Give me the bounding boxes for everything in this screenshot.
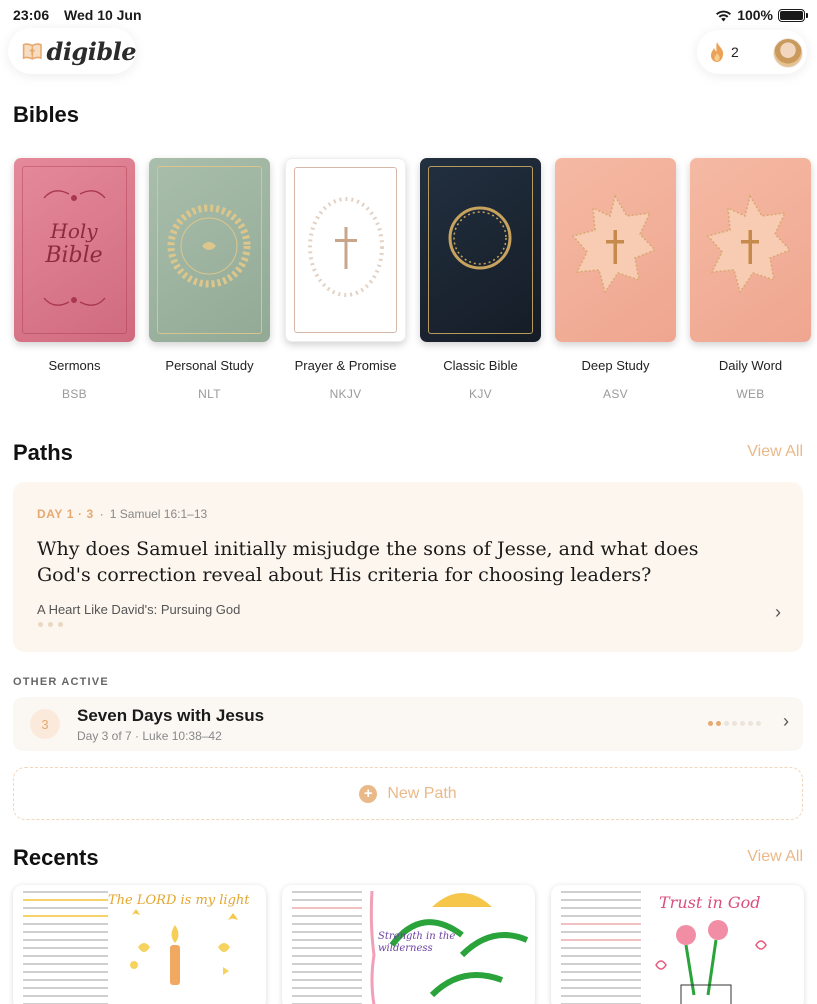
- bible-card-classic-bible[interactable]: Classic Bible KJV: [420, 158, 541, 401]
- battery-icon: [778, 8, 808, 22]
- battery-percent: 100%: [737, 7, 773, 23]
- new-path-label: New Path: [387, 784, 457, 802]
- recent-note-card[interactable]: Trust in God: [551, 885, 804, 1004]
- bible-cover: [690, 158, 811, 342]
- bible-translation: NKJV: [329, 387, 362, 401]
- svg-text:Holy: Holy: [49, 219, 98, 243]
- profile-pill[interactable]: 2: [697, 30, 807, 74]
- bible-translation: NLT: [198, 387, 221, 401]
- progress-dot: [708, 721, 713, 726]
- app-logo[interactable]: digible: [8, 28, 137, 74]
- scripture-text-lines: [292, 891, 362, 1004]
- bible-cover: Holy Bible: [14, 158, 135, 342]
- bible-translation: KJV: [469, 387, 492, 401]
- status-bar: 23:06 Wed 10 Jun 100%: [0, 0, 817, 30]
- bible-card-prayer-promise[interactable]: Prayer & Promise NKJV: [285, 158, 406, 401]
- bible-card-deep-study[interactable]: Deep Study ASV: [555, 158, 676, 401]
- svg-text:Bible: Bible: [44, 243, 102, 268]
- bible-card-sermons[interactable]: Holy Bible Sermons BSB: [14, 158, 135, 401]
- bible-cover: [555, 158, 676, 342]
- bible-name: Classic Bible: [443, 358, 518, 373]
- new-path-button[interactable]: + New Path: [13, 767, 803, 820]
- bible-cover: [149, 158, 270, 342]
- bible-book-icon: [22, 43, 42, 60]
- other-path-subtitle: Day 3 of 7 · Luke 10:38–42: [77, 729, 222, 743]
- bible-translation: ASV: [603, 387, 628, 401]
- recent-note-card[interactable]: The LORD is my light: [13, 885, 266, 1004]
- other-active-label: OTHER ACTIVE: [13, 676, 109, 688]
- logo-text: digible: [46, 36, 137, 66]
- chevron-right-icon[interactable]: ›: [783, 711, 789, 732]
- meta-separator: ·: [99, 507, 104, 521]
- bibles-heading: Bibles: [13, 102, 80, 127]
- path-reference: 1 Samuel 16:1–13: [109, 507, 208, 521]
- path-number-badge: 3: [30, 709, 60, 739]
- bible-cover: [285, 158, 406, 342]
- avatar[interactable]: [773, 38, 803, 68]
- bible-card-daily-word[interactable]: Daily Word WEB: [690, 158, 811, 401]
- path-progress-dots: [708, 721, 761, 726]
- plus-icon: +: [359, 784, 378, 803]
- cross-icon: [706, 194, 792, 294]
- status-date: Wed 10 Jun: [64, 7, 142, 23]
- wifi-icon: [716, 10, 732, 21]
- paths-view-all-link[interactable]: View All: [747, 443, 803, 461]
- recents-view-all-link[interactable]: View All: [747, 848, 803, 866]
- wreath-icon: [167, 204, 251, 288]
- progress-dot: [740, 721, 745, 726]
- progress-dot: [756, 721, 761, 726]
- bible-name: Sermons: [48, 358, 101, 373]
- bible-name: Deep Study: [581, 358, 650, 373]
- other-path-row[interactable]: 3 Seven Days with Jesus Day 3 of 7 · Luk…: [13, 697, 803, 751]
- bible-translation: BSB: [62, 387, 87, 401]
- paths-heading: Paths: [13, 440, 73, 465]
- featured-path-card[interactable]: DAY 1 · 3 · 1 Samuel 16:1–13 Why does Sa…: [13, 482, 803, 652]
- cross-icon: [571, 194, 657, 294]
- cross-icon: [308, 197, 384, 297]
- recents-heading: Recents: [13, 845, 99, 870]
- bible-name: Prayer & Promise: [294, 358, 397, 373]
- bible-cover: [420, 158, 541, 342]
- status-right: 100%: [715, 7, 808, 23]
- scripture-text-lines: [561, 891, 641, 1004]
- scripture-text-lines: [23, 891, 108, 1004]
- recent-note-card[interactable]: Strength in the wilderness: [282, 885, 535, 1004]
- streak-count: 2: [731, 44, 739, 60]
- progress-dot: [724, 721, 729, 726]
- bible-card-personal-study[interactable]: Personal Study NLT: [149, 158, 270, 401]
- flame-icon: [711, 42, 724, 62]
- chevron-right-icon[interactable]: ›: [775, 602, 781, 623]
- path-progress-dots: [38, 622, 63, 627]
- path-day-label: DAY 1 · 3: [37, 507, 94, 521]
- path-series-title: A Heart Like David's: Pursuing God: [37, 602, 241, 617]
- status-time: 23:06: [13, 7, 50, 23]
- handwriting-note: Trust in God: [659, 893, 761, 912]
- path-meta: DAY 1 · 3 · 1 Samuel 16:1–13: [37, 507, 207, 521]
- path-question: Why does Samuel initially misjudge the s…: [37, 538, 699, 586]
- progress-dot: [748, 721, 753, 726]
- bible-name: Daily Word: [718, 358, 783, 373]
- bible-translation: WEB: [736, 387, 765, 401]
- other-path-title: Seven Days with Jesus: [77, 706, 265, 725]
- handwriting-note: Strength in the wilderness: [378, 931, 456, 954]
- progress-dot: [732, 721, 737, 726]
- crown-of-thorns-icon: [448, 206, 512, 270]
- progress-dot: [716, 721, 721, 726]
- bible-name: Personal Study: [165, 358, 254, 373]
- handwriting-note: The LORD is my light: [108, 893, 250, 908]
- floral-ornament-icon: Holy Bible: [43, 190, 106, 306]
